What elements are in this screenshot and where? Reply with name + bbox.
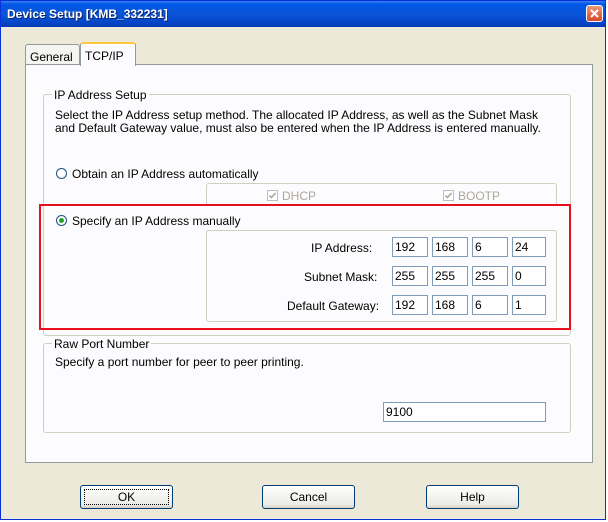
ip-setup-description: Select the IP Address setup method. The … — [55, 108, 541, 135]
auto-options-box — [206, 183, 557, 205]
bootp-checkbox[interactable] — [443, 190, 454, 201]
tab-tcpip[interactable]: TCP/IP — [80, 42, 136, 66]
checkmark-icon — [268, 192, 277, 199]
window-title: Device Setup [KMB_332231] — [7, 7, 168, 21]
dhcp-label: DHCP — [282, 189, 317, 203]
close-icon — [590, 9, 599, 18]
manual-ip-highlight-box — [39, 204, 571, 330]
cancel-button[interactable]: Cancel — [262, 485, 355, 509]
ip-address-setup-title: IP Address Setup — [52, 88, 149, 102]
checkmark-icon — [444, 192, 453, 199]
help-button[interactable]: Help — [426, 485, 519, 509]
ok-button[interactable]: OK — [80, 485, 173, 509]
dhcp-checkbox[interactable] — [267, 190, 278, 201]
bootp-label: BOOTP — [458, 189, 501, 203]
radio-obtain-automatically[interactable] — [56, 168, 67, 179]
tab-general-label: General — [30, 50, 73, 64]
tab-tcpip-label: TCP/IP — [85, 49, 124, 63]
close-button[interactable] — [586, 5, 603, 22]
title-bar[interactable]: Device Setup [KMB_332231] — [1, 1, 605, 27]
raw-port-number-title: Raw Port Number — [52, 337, 152, 351]
obtain-automatically-label: Obtain an IP Address automatically — [72, 167, 259, 181]
device-setup-dialog: Device Setup [KMB_332231] General TCP/IP… — [0, 0, 606, 520]
raw-port-input[interactable]: 9100 — [383, 402, 546, 422]
raw-port-description: Specify a port number for peer to peer p… — [55, 355, 304, 369]
tab-general[interactable]: General — [25, 44, 80, 64]
